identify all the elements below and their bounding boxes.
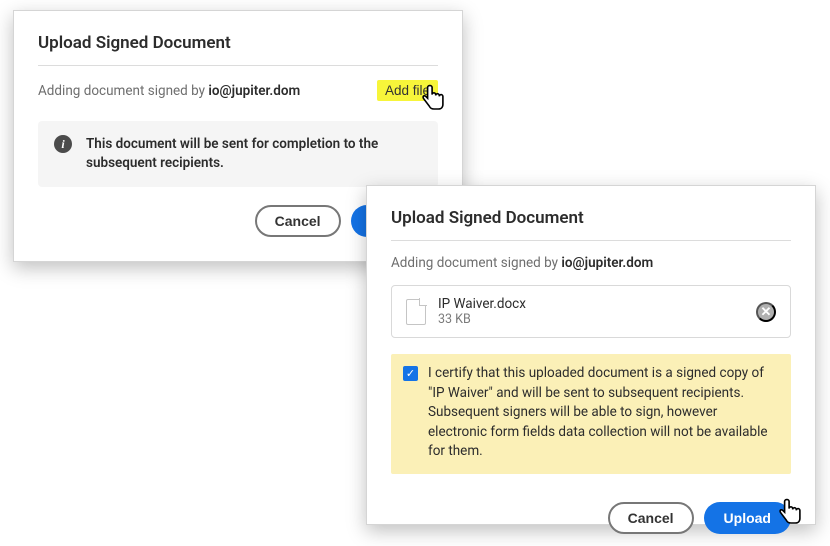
signer-email: io@jupiter.dom bbox=[561, 255, 653, 271]
cancel-button[interactable]: Cancel bbox=[608, 502, 694, 534]
file-meta: IP Waiver.docx 33 KB bbox=[438, 296, 744, 327]
upload-signed-dialog-confirm: Upload Signed Document Adding document s… bbox=[366, 185, 816, 525]
check-icon: ✓ bbox=[406, 367, 415, 380]
dialog-title: Upload Signed Document bbox=[391, 208, 791, 228]
adding-document-row: Adding document signed by io@jupiter.dom… bbox=[38, 80, 438, 101]
file-name: IP Waiver.docx bbox=[438, 296, 744, 312]
adding-label: Adding document signed by io@jupiter.dom bbox=[38, 83, 300, 99]
file-size: 33 KB bbox=[438, 312, 744, 327]
certify-checkbox[interactable]: ✓ bbox=[403, 366, 418, 381]
cancel-button[interactable]: Cancel bbox=[255, 205, 341, 237]
uploaded-file-row: IP Waiver.docx 33 KB ✕ bbox=[391, 285, 791, 338]
close-icon: ✕ bbox=[761, 304, 772, 320]
dialog-title: Upload Signed Document bbox=[38, 33, 438, 53]
add-file-button[interactable]: Add file bbox=[377, 80, 438, 101]
remove-file-button[interactable]: ✕ bbox=[756, 302, 776, 322]
dialog-actions: Cancel Upload bbox=[391, 502, 791, 534]
upload-button[interactable]: Upload bbox=[704, 502, 791, 534]
document-icon bbox=[406, 299, 426, 325]
divider bbox=[391, 240, 791, 241]
info-box: i This document will be sent for complet… bbox=[38, 121, 438, 187]
info-icon: i bbox=[54, 135, 72, 153]
certify-box: ✓ I certify that this uploaded document … bbox=[391, 354, 791, 474]
certify-text: I certify that this uploaded document is… bbox=[428, 364, 779, 462]
adding-document-row: Adding document signed by io@jupiter.dom bbox=[391, 255, 791, 271]
signer-email: io@jupiter.dom bbox=[208, 83, 300, 99]
info-text: This document will be sent for completio… bbox=[86, 135, 422, 173]
divider bbox=[38, 65, 438, 66]
